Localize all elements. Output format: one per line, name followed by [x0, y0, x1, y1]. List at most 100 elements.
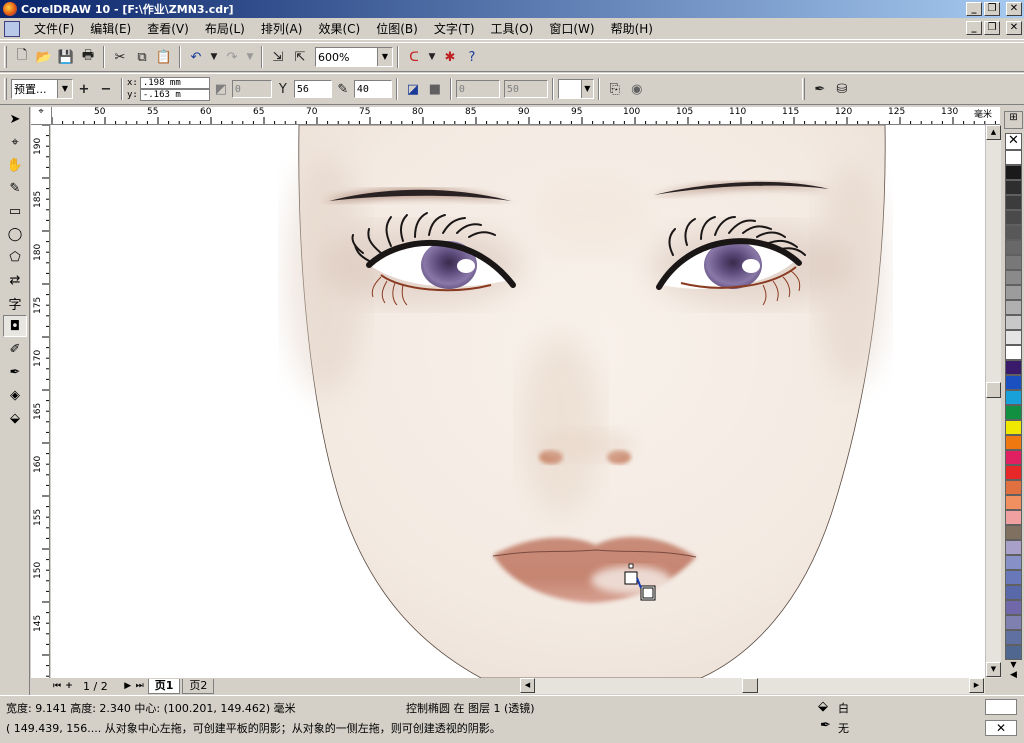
color-swatch[interactable] — [1005, 375, 1022, 390]
corel-online-icon[interactable]: ✱ — [439, 46, 461, 68]
color-swatch[interactable] — [1005, 255, 1022, 270]
import-icon[interactable]: ⇲ — [267, 46, 289, 68]
add-preset-icon[interactable]: + — [73, 78, 95, 100]
color-swatch[interactable] — [1005, 525, 1022, 540]
color-swatch[interactable] — [1005, 315, 1022, 330]
no-color-swatch[interactable]: ✕ — [1005, 133, 1022, 150]
redo-dropdown-icon[interactable]: ▼ — [243, 46, 257, 68]
menu-layout[interactable]: 布局(L) — [197, 20, 253, 37]
doc-close-button[interactable]: ✕ — [1006, 21, 1022, 35]
restore-button[interactable]: ❐ — [984, 2, 1000, 16]
feather-direction-icon[interactable]: ◪ — [402, 78, 424, 100]
menu-tools[interactable]: 工具(O) — [483, 20, 542, 37]
zoom-level-select[interactable]: 600% ▼ — [315, 47, 393, 67]
paintbucket-icon[interactable]: ⛁ — [831, 78, 853, 100]
menu-window[interactable]: 窗口(W) — [541, 20, 602, 37]
shadow-color-select[interactable]: ▼ — [557, 79, 594, 99]
first-page-icon[interactable]: ⏮ — [51, 681, 63, 691]
menu-view[interactable]: 查看(V) — [139, 20, 197, 37]
last-page-icon[interactable]: ⏭ — [134, 681, 146, 691]
basic-shapes-tool-icon[interactable]: ⇄ — [3, 269, 27, 291]
scroll-down-icon[interactable]: ▼ — [986, 662, 1001, 677]
remove-preset-icon[interactable]: − — [95, 78, 117, 100]
pick-tool-icon[interactable]: ➤ — [3, 108, 27, 130]
cut-icon[interactable]: ✂ — [109, 46, 131, 68]
eyedropper-tool-icon[interactable]: ✐ — [3, 338, 27, 360]
chevron-down-icon[interactable]: ▼ — [57, 80, 72, 98]
nose[interactable] — [535, 429, 635, 464]
color-swatch[interactable] — [1005, 570, 1022, 585]
copy-shadow-properties-icon[interactable]: ⎘ — [604, 78, 626, 100]
doc-restore-button[interactable]: ❐ — [984, 21, 1000, 35]
shadow-feather-input[interactable]: 40 — [353, 80, 392, 98]
vertical-scrollbar[interactable]: ▲ ▼ — [985, 125, 1001, 678]
rectangle-tool-icon[interactable]: ▭ — [3, 200, 27, 222]
color-swatch[interactable] — [1005, 390, 1022, 405]
clear-shadow-icon[interactable]: ◉ — [626, 78, 648, 100]
ruler-origin-icon[interactable]: ⌖ — [31, 107, 52, 125]
menu-text[interactable]: 文字(T) — [426, 20, 483, 37]
ellipse-tool-icon[interactable]: ◯ — [3, 223, 27, 245]
feather-edges-icon[interactable]: ■ — [424, 78, 446, 100]
interactive-drop-shadow-tool-icon[interactable]: ◘ — [3, 315, 27, 337]
hscroll-thumb[interactable] — [742, 678, 758, 693]
palette-scroll-down-icon[interactable]: ▼ — [1005, 660, 1022, 670]
color-swatch[interactable] — [1005, 240, 1022, 255]
face-illustration[interactable] — [51, 125, 985, 678]
zoom-pan-tool-icon[interactable]: ✋ — [3, 154, 27, 176]
launcher-dropdown-icon[interactable]: ▼ — [425, 46, 439, 68]
color-swatch[interactable] — [1005, 450, 1022, 465]
chevron-down-icon[interactable]: ▼ — [377, 48, 392, 66]
outline-none-icon[interactable]: ✕ — [985, 720, 1017, 736]
palette-menu-icon[interactable]: ⊞ — [1004, 111, 1023, 129]
color-swatch[interactable] — [1005, 615, 1022, 630]
color-swatch[interactable] — [1005, 585, 1022, 600]
application-launcher-icon[interactable]: ᑕ — [403, 46, 425, 68]
text-tool-icon[interactable]: 字 — [3, 292, 27, 314]
color-swatch[interactable] — [1005, 360, 1022, 375]
tab-page-1[interactable]: 页1 — [147, 678, 181, 694]
color-swatch[interactable] — [1005, 195, 1022, 210]
undo-dropdown-icon[interactable]: ▼ — [207, 46, 221, 68]
shadow-opacity-input[interactable]: 56 — [293, 80, 332, 98]
document-icon[interactable] — [4, 20, 20, 37]
color-swatch[interactable] — [1005, 540, 1022, 555]
menu-edit[interactable]: 编辑(E) — [82, 20, 139, 37]
color-swatch[interactable] — [1005, 165, 1022, 180]
tab-page-2[interactable]: 页2 — [182, 678, 215, 694]
save-icon[interactable]: 💾 — [55, 46, 77, 68]
shape-tool-icon[interactable]: ⌖ — [3, 131, 27, 153]
eyedropper-icon[interactable]: ✒ — [809, 78, 831, 100]
redo-icon[interactable]: ↷ — [221, 46, 243, 68]
color-swatch[interactable] — [1005, 600, 1022, 615]
outline-tool-icon[interactable]: ✒ — [3, 361, 27, 383]
fill-tool-icon[interactable]: ◈ — [3, 384, 27, 406]
color-swatch[interactable] — [1005, 420, 1022, 435]
scroll-up-icon[interactable]: ▲ — [986, 125, 1001, 140]
fill-color-swatch[interactable] — [985, 699, 1017, 715]
palette-expand-icon[interactable]: ◀ — [1005, 670, 1022, 684]
color-swatch[interactable] — [1005, 150, 1022, 165]
shadow-angle-input[interactable]: 0 — [231, 80, 272, 98]
export-icon[interactable]: ⇱ — [289, 46, 311, 68]
scroll-left-icon[interactable]: ◀ — [520, 678, 535, 693]
interactive-fill-tool-icon[interactable]: ⬙ — [3, 407, 27, 429]
print-icon[interactable]: 🖶 — [77, 46, 99, 68]
y-offset-input[interactable]: -.163 m — [139, 89, 210, 101]
add-page-icon[interactable]: + — [63, 681, 75, 691]
color-swatch[interactable] — [1005, 270, 1022, 285]
shadow-fade-input[interactable]: 0 — [455, 80, 500, 98]
freehand-tool-icon[interactable]: ✎ — [3, 177, 27, 199]
new-file-icon[interactable]: 🗋 — [11, 46, 33, 68]
copy-icon[interactable]: ⧉ — [131, 46, 153, 68]
chevron-down-icon[interactable]: ▼ — [580, 80, 593, 98]
next-page-icon[interactable]: ▶ — [122, 681, 134, 691]
color-swatch[interactable] — [1005, 330, 1022, 345]
color-swatch[interactable] — [1005, 180, 1022, 195]
close-button[interactable]: ✕ — [1006, 2, 1022, 16]
scroll-right-icon[interactable]: ▶ — [969, 678, 984, 693]
horizontal-scrollbar[interactable]: ◀ ▶ — [520, 678, 985, 694]
color-swatch[interactable] — [1005, 405, 1022, 420]
color-swatch[interactable] — [1005, 495, 1022, 510]
drawing-canvas[interactable] — [51, 125, 985, 678]
